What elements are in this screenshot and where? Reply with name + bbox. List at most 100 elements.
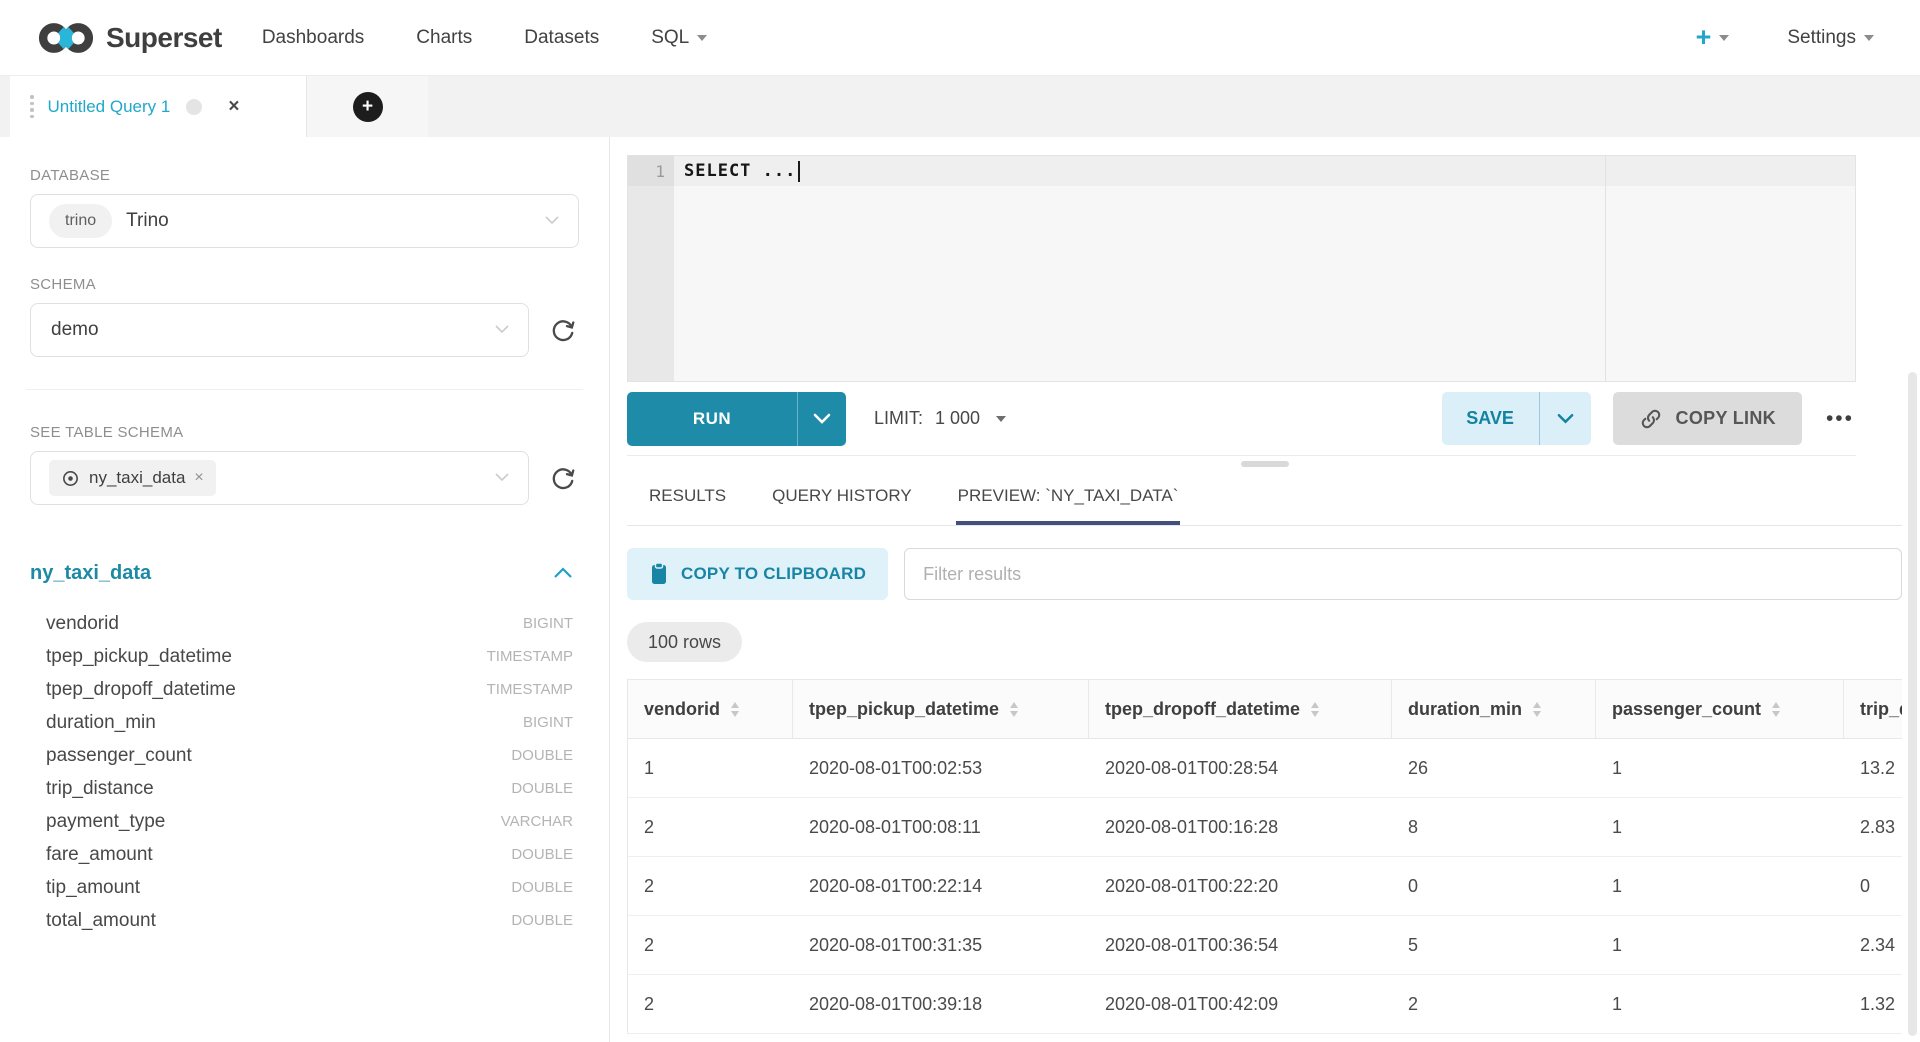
editor-toolbar: RUN LIMIT: 1 000 SAVE <box>627 382 1856 456</box>
editor-code-area[interactable]: SELECT ... <box>674 156 1855 381</box>
table-cell: 2 <box>628 798 793 856</box>
results-tab-0[interactable]: RESULTS <box>647 478 728 525</box>
new-tab-segment: + <box>306 76 428 137</box>
sort-asc-icon <box>1772 702 1780 708</box>
caret-down-icon <box>697 35 707 41</box>
table-cell: 2020-08-01T00:08:11 <box>793 798 1089 856</box>
table-cell: 2020-08-01T00:22:20 <box>1089 857 1392 915</box>
table-row: 12020-08-01T00:02:532020-08-01T00:28:542… <box>628 739 1902 798</box>
column-name: tpep_pickup_datetime <box>46 646 232 668</box>
column-header-duration_min[interactable]: duration_min <box>1392 680 1596 738</box>
sort-desc-icon <box>1311 711 1319 717</box>
sort-icon <box>1533 702 1541 717</box>
column-header-tpep_dropoff_datetime[interactable]: tpep_dropoff_datetime <box>1089 680 1392 738</box>
collapse-table-icon[interactable] <box>547 557 579 589</box>
close-tab-icon[interactable]: × <box>228 96 239 118</box>
run-options-button[interactable] <box>797 392 846 446</box>
schema-column-row: passenger_countDOUBLE <box>30 739 579 772</box>
schema-column-row: tip_amount DOUBLE <box>30 871 579 904</box>
table-cell: 0 <box>1844 857 1902 915</box>
clipboard-icon <box>649 562 669 586</box>
schema-column-row: fare_amountDOUBLE <box>30 838 579 871</box>
copy-link-button[interactable]: COPY LINK <box>1613 392 1802 445</box>
column-name: passenger_count <box>46 745 192 767</box>
column-type: BIGINT <box>523 714 579 731</box>
query-tab-title: Untitled Query 1 <box>48 97 171 117</box>
results-actions: COPY TO CLIPBOARD <box>627 548 1902 600</box>
query-tab[interactable]: Untitled Query 1 × <box>10 76 306 137</box>
column-name: vendorid <box>46 613 119 635</box>
superset-logo[interactable]: Superset <box>38 18 222 58</box>
column-header-tpep_pickup_datetime[interactable]: tpep_pickup_datetime <box>793 680 1089 738</box>
table-cell: 2020-08-01T00:16:28 <box>1089 798 1392 856</box>
copy-to-clipboard-label: COPY TO CLIPBOARD <box>681 564 866 584</box>
save-button-group: SAVE <box>1442 392 1591 445</box>
table-cell: 1 <box>1596 916 1844 974</box>
column-type: BIGINT <box>523 615 579 632</box>
results-tab-2[interactable]: PREVIEW: `NY_TAXI_DATA` <box>956 478 1181 525</box>
table-schema-select[interactable]: ny_taxi_data × <box>30 451 529 505</box>
settings-label: Settings <box>1787 27 1856 49</box>
table-cell: 1 <box>1596 739 1844 797</box>
pane-resize-handle[interactable] <box>1241 461 1289 467</box>
schema-select[interactable]: demo <box>30 303 529 357</box>
save-options-button[interactable] <box>1539 392 1591 445</box>
row-count-badge: 100 rows <box>627 622 742 662</box>
superset-infinity-icon <box>38 18 94 58</box>
column-type: TIMESTAMP <box>487 648 579 665</box>
nav-item-sql[interactable]: SQL <box>651 27 707 49</box>
filter-results-input[interactable] <box>904 548 1902 600</box>
nav-item-charts[interactable]: Charts <box>416 27 472 49</box>
unsaved-indicator-dot <box>186 99 202 115</box>
schema-column-row: trip_distanceDOUBLE <box>30 772 579 805</box>
chevron-down-icon <box>494 469 510 487</box>
sort-desc-icon <box>731 711 739 717</box>
sort-asc-icon <box>1311 702 1319 708</box>
drag-handle-icon[interactable] <box>30 95 34 118</box>
refresh-tables-button[interactable] <box>547 462 579 494</box>
column-type: DOUBLE <box>511 879 579 896</box>
sql-lab-main: 1 SELECT ... RUN <box>610 137 1920 1042</box>
nav-item-label: Dashboards <box>262 27 364 49</box>
database-select[interactable]: trino Trino <box>30 194 579 248</box>
column-header-vendorid[interactable]: vendorid <box>628 680 793 738</box>
table-cell: 2020-08-01T00:36:54 <box>1089 916 1392 974</box>
refresh-schemas-button[interactable] <box>547 314 579 346</box>
table-cell: 2020-08-01T00:22:14 <box>793 857 1089 915</box>
save-button[interactable]: SAVE <box>1442 392 1539 445</box>
copy-to-clipboard-button[interactable]: COPY TO CLIPBOARD <box>627 548 888 600</box>
see-table-schema-label: SEE TABLE SCHEMA <box>30 424 579 441</box>
column-header-passenger_count[interactable]: passenger_count <box>1596 680 1844 738</box>
settings-menu[interactable]: Settings <box>1787 27 1874 49</box>
results-tab-1[interactable]: QUERY HISTORY <box>770 478 914 525</box>
run-button[interactable]: RUN <box>627 392 797 446</box>
more-options-button[interactable]: ••• <box>1824 401 1856 437</box>
add-tab-button[interactable]: + <box>353 92 383 122</box>
vertical-scrollbar[interactable] <box>1908 372 1917 1036</box>
column-type: DOUBLE <box>511 846 579 863</box>
nav-item-datasets[interactable]: Datasets <box>524 27 599 49</box>
nav-item-label: SQL <box>651 27 689 49</box>
sort-icon <box>1311 702 1319 717</box>
new-item-button[interactable]: + <box>1696 22 1730 53</box>
caret-down-icon <box>1864 35 1874 41</box>
results-tab-bar: RESULTS QUERY HISTORY PREVIEW: `NY_TAXI_DA… <box>627 472 1902 526</box>
table-cell: 2.83 <box>1844 798 1902 856</box>
table-name-heading[interactable]: ny_taxi_data <box>30 562 151 585</box>
column-header-trip_distance[interactable]: trip_distance <box>1844 680 1902 738</box>
database-engine-pill: trino <box>49 204 112 238</box>
nav-item-dashboards[interactable]: Dashboards <box>262 27 364 49</box>
column-name: tip_amount <box>46 877 140 899</box>
sql-editor[interactable]: 1 SELECT ... <box>627 155 1856 382</box>
caret-down-icon <box>996 416 1006 422</box>
limit-dropdown[interactable]: LIMIT: 1 000 <box>874 408 1006 429</box>
column-type: TIMESTAMP <box>487 681 579 698</box>
run-button-group: RUN <box>627 392 846 446</box>
database-label: DATABASE <box>30 167 579 184</box>
column-header-label: tpep_pickup_datetime <box>809 699 999 720</box>
sort-icon <box>731 702 739 717</box>
remove-table-icon[interactable]: × <box>194 469 203 487</box>
table-row: 22020-08-01T00:08:112020-08-01T00:16:288… <box>628 798 1902 857</box>
chevron-down-icon <box>544 212 560 230</box>
nav-item-label: Charts <box>416 27 472 49</box>
